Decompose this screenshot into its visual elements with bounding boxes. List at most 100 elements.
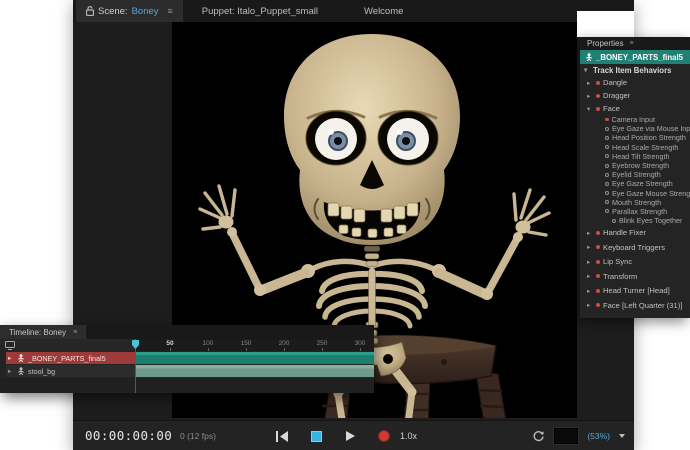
track-label-boney-parts[interactable]: ▸ _BONEY_PARTS_final5 — [6, 352, 135, 364]
panel-menu-icon[interactable]: ≡ — [73, 329, 77, 336]
behavior-dangle[interactable]: ▸ Dangle — [580, 76, 690, 89]
behavior-dragger[interactable]: ▸ Dragger — [580, 89, 690, 102]
face-param-eye-gaze-via-mouse-input[interactable]: Eye Gaze via Mouse Input — [580, 124, 690, 133]
unlock-icon — [86, 6, 94, 16]
collapse-triangle-icon[interactable]: ▸ — [8, 367, 14, 375]
ruler-tick — [360, 348, 361, 351]
behavior-transform[interactable]: ▸ Transform — [580, 269, 690, 284]
tab-welcome[interactable]: Welcome — [354, 0, 413, 22]
behavior-head-turner[interactable]: ▸ Head Turner [Head] — [580, 283, 690, 298]
behavior-dot-icon — [596, 107, 600, 111]
face-param-eyebrow-strength[interactable]: Eyebrow Strength — [580, 161, 690, 170]
face-param-eye-gaze-strength[interactable]: Eye Gaze Strength — [580, 179, 690, 188]
properties-title: Properties — [587, 39, 623, 48]
collapse-triangle-icon[interactable]: ▸ — [587, 272, 593, 280]
puppet-icon — [585, 53, 593, 61]
face-param-eyelid-strength[interactable]: Eyelid Strength — [580, 170, 690, 179]
tab-puppet[interactable]: Puppet: Italo_Puppet_small — [192, 0, 328, 22]
param-dot-icon — [605, 209, 609, 213]
tab-timeline[interactable]: Timeline: Boney ≡ — [0, 325, 86, 339]
param-dot-icon — [605, 145, 609, 149]
param-dot-icon — [605, 191, 609, 195]
timeline-empty-area — [0, 378, 374, 393]
skip-to-start-icon — [276, 431, 288, 442]
param-dot-icon — [605, 164, 609, 168]
welcome-tab-label: Welcome — [364, 6, 403, 17]
stop-button[interactable] — [309, 429, 323, 443]
tab-scene[interactable]: Scene: Boney ≡ — [76, 0, 183, 22]
tab-properties[interactable]: Properties ≡ — [580, 37, 690, 50]
param-dot-icon — [605, 182, 609, 186]
track-bar-stool-bg[interactable] — [135, 365, 374, 377]
scene-color-swatch[interactable] — [554, 428, 578, 444]
viewer-options: (53%) — [532, 421, 625, 450]
refresh-icon[interactable] — [532, 430, 545, 443]
panel-menu-icon[interactable]: ≡ — [629, 40, 633, 47]
collapse-triangle-icon[interactable]: ▸ — [587, 79, 593, 87]
face-param-head-scale-strength[interactable]: Head Scale Strength — [580, 143, 690, 152]
collapse-triangle-icon[interactable]: ▸ — [587, 92, 593, 100]
param-dot-icon — [605, 127, 609, 131]
puppet-tab-label: Puppet: Italo_Puppet_small — [202, 6, 318, 17]
play-icon — [346, 431, 355, 441]
face-param-camera-input[interactable]: Camera Input — [580, 115, 690, 124]
chevron-down-icon[interactable] — [619, 434, 625, 438]
play-button[interactable] — [343, 429, 357, 443]
behavior-dot-icon — [596, 231, 600, 235]
properties-panel: Properties ≡ _BONEY_PARTS_final5 ▾ Track… — [580, 37, 690, 318]
behavior-lip-sync[interactable]: ▸ Lip Sync — [580, 254, 690, 269]
selected-track-item[interactable]: _BONEY_PARTS_final5 — [580, 50, 690, 64]
timecode-display: 00:00:00:00 — [85, 421, 172, 450]
behavior-face[interactable]: ▾ Face — [580, 102, 690, 115]
section-track-item-behaviors[interactable]: ▾ Track Item Behaviors — [580, 64, 690, 76]
ruler-label: 200 — [273, 340, 295, 347]
behavior-handle-fixer[interactable]: ▸ Handle Fixer — [580, 225, 690, 240]
scene-name[interactable]: Boney — [132, 6, 159, 17]
track-label-stool-bg[interactable]: ▸ stool_bg — [6, 365, 135, 377]
puppet-icon — [17, 367, 25, 375]
timeline-toolbar — [0, 339, 135, 351]
panel-menu-icon[interactable]: ≡ — [168, 6, 173, 16]
collapse-triangle-icon[interactable]: ▸ — [587, 243, 593, 251]
collapse-triangle-icon[interactable]: ▸ — [587, 258, 593, 266]
collapse-triangle-icon[interactable]: ▸ — [587, 229, 593, 237]
track-bar-boney-parts[interactable] — [135, 352, 374, 364]
face-param-parallax-strength[interactable]: Parallax Strength — [580, 207, 690, 216]
ruler-label: 300 — [349, 340, 371, 347]
expand-triangle-icon[interactable]: ▾ — [584, 66, 590, 74]
face-param-head-tilt-strength[interactable]: Head Tilt Strength — [580, 152, 690, 161]
param-dot-icon — [605, 200, 609, 204]
expand-triangle-icon[interactable]: ▾ — [587, 105, 593, 113]
face-param-head-position-strength[interactable]: Head Position Strength — [580, 133, 690, 142]
transport-controls — [275, 421, 391, 450]
record-button[interactable] — [377, 429, 391, 443]
panel-tab-strip: Scene: Boney ≡ Puppet: Italo_Puppet_smal… — [73, 0, 634, 22]
face-param-eye-gaze-mouse-strength[interactable]: Eye Gaze Mouse Strength — [580, 189, 690, 198]
face-param-blink-eyes-together[interactable]: Blink Eyes Together — [580, 216, 690, 225]
playback-speed[interactable]: 1.0x — [400, 421, 417, 450]
background-cutout — [577, 11, 634, 37]
selected-item-label: _BONEY_PARTS_final5 — [596, 53, 683, 62]
scene-camera-icon[interactable] — [5, 341, 15, 350]
behavior-face-left-quarter[interactable]: ▸ Face [Left Quarter (31)] — [580, 298, 690, 313]
face-param-mouth-strength[interactable]: Mouth Strength — [580, 198, 690, 207]
collapse-triangle-icon[interactable]: ▸ — [587, 287, 593, 295]
page-background: Scene: Boney ≡ Puppet: Italo_Puppet_smal… — [0, 0, 690, 450]
zoom-level[interactable]: (53%) — [587, 431, 610, 441]
timeline-ruler[interactable]: 50 100 150 200 250 300 — [135, 339, 374, 351]
param-dot-icon — [612, 219, 616, 223]
ruler-label: 150 — [235, 340, 257, 347]
timeline-tab-strip: Timeline: Boney ≡ — [0, 325, 374, 339]
scene-tab-label: Scene: — [98, 6, 128, 17]
ruler-tick — [284, 348, 285, 351]
ruler-tick — [170, 348, 171, 351]
behavior-dot-icon — [596, 303, 600, 307]
behavior-keyboard-triggers[interactable]: ▸ Keyboard Triggers — [580, 240, 690, 255]
ruler-tick — [246, 348, 247, 351]
ruler-label: 100 — [197, 340, 219, 347]
collapse-triangle-icon[interactable]: ▸ — [8, 354, 14, 362]
ruler-label: 50 — [159, 340, 181, 347]
collapse-triangle-icon[interactable]: ▸ — [587, 301, 593, 309]
active-param-dot-icon — [605, 118, 609, 122]
skip-to-start-button[interactable] — [275, 429, 289, 443]
